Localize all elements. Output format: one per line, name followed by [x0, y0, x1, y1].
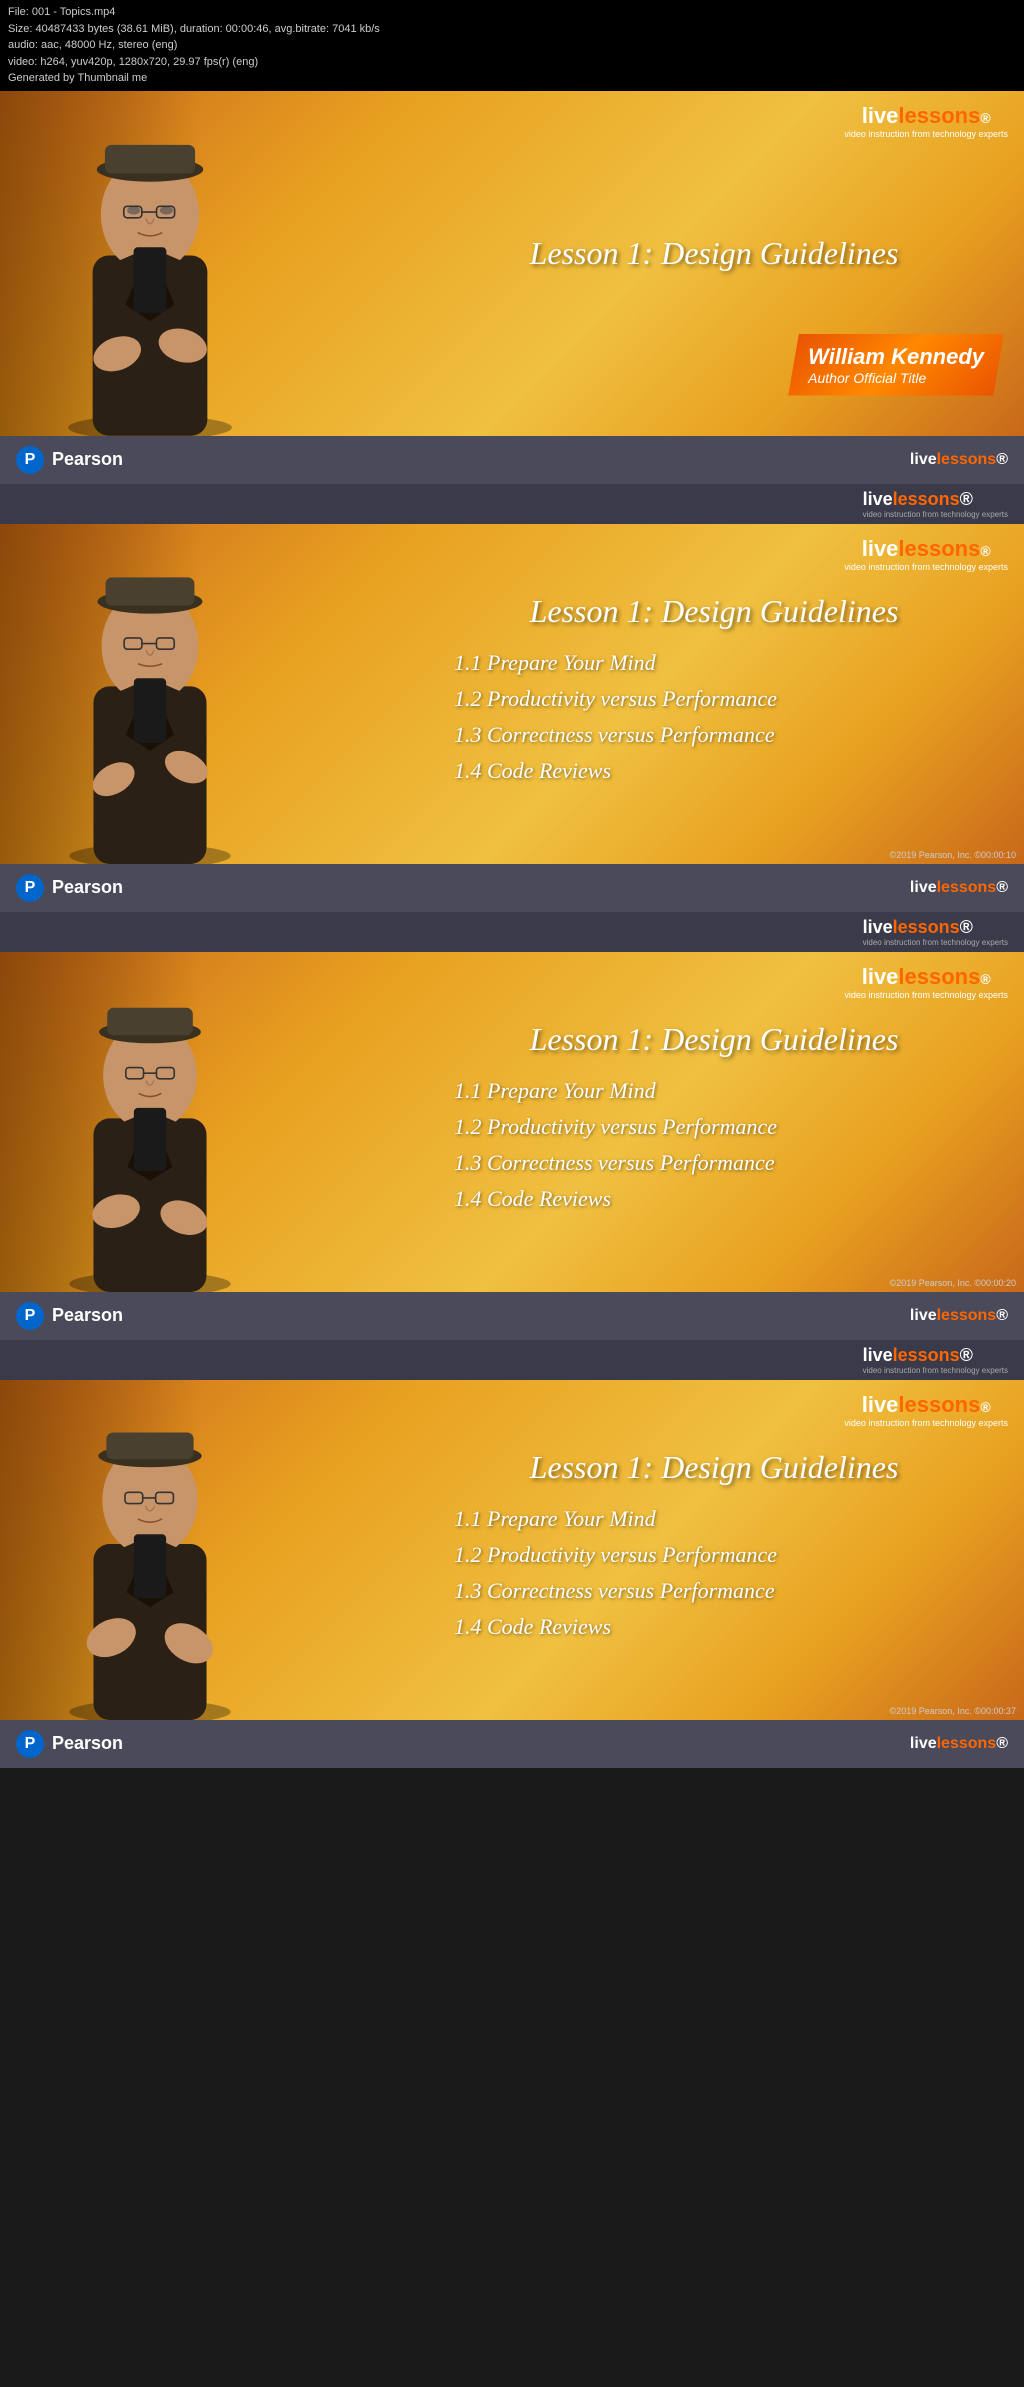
pearson-circle-icon: P	[16, 446, 44, 474]
panel-2-content: Lesson 1: Design Guidelines 1.1 Prepare …	[404, 573, 1024, 814]
panel-2-topic-4: 1.4 Code Reviews	[434, 758, 994, 784]
file-info-bar: File: 001 - Topics.mp4 Size: 40487433 by…	[0, 0, 1024, 91]
panel-2-video: livelessons® video instruction from tech…	[0, 524, 1024, 864]
panel-2-pearson-icon: P	[16, 874, 44, 902]
panel-2-footer-logo: livelessons®	[910, 879, 1008, 897]
panel-2-lesson-title: Lesson 1: Design Guidelines	[434, 593, 994, 630]
file-generated: Generated by Thumbnail me	[8, 70, 1016, 87]
panel-3-bg: livelessons® video instruction from tech…	[0, 952, 1024, 1292]
panel-3-content: Lesson 1: Design Guidelines 1.1 Prepare …	[404, 1001, 1024, 1242]
lessons-word: lessons	[898, 103, 980, 128]
panel-4: livelessons® video instruction from tech…	[0, 1340, 1024, 1768]
panel-4-topic-2: 1.2 Productivity versus Performance	[434, 1542, 994, 1568]
panel-3-topic-4: 1.4 Code Reviews	[434, 1186, 994, 1212]
panel-3-presenter	[20, 969, 280, 1292]
panel-3-lesson-title: Lesson 1: Design Guidelines	[434, 1021, 994, 1058]
file-size: Size: 40487433 bytes (38.61 MiB), durati…	[8, 21, 1016, 38]
panel-2-top-bar: livelessons® video instruction from tech…	[0, 484, 1024, 524]
panel-4-pearson-text: Pearson	[52, 1733, 123, 1754]
panel-4-presenter	[20, 1397, 280, 1720]
small-live-word: live	[863, 489, 893, 509]
panel-4-lesson-title: Lesson 1: Design Guidelines	[434, 1449, 994, 1486]
presenter-figure	[20, 108, 280, 436]
panel-4-logo-top: livelessons® video instruction from tech…	[844, 1392, 1008, 1428]
footer-lessons-word: lessons	[937, 451, 997, 468]
panel-3-top-bar: livelessons® video instruction from tech…	[0, 912, 1024, 952]
panel-3-pearson-logo: P Pearson	[16, 1302, 123, 1330]
small-logo-subtitle: video instruction from technology expert…	[863, 510, 1008, 519]
panel-1-footer: P Pearson livelessons®	[0, 436, 1024, 484]
panel-3-pearson-icon: P	[16, 1302, 44, 1330]
footer-livelessons-logo: livelessons®	[910, 451, 1008, 469]
panel-2-topic-2: 1.2 Productivity versus Performance	[434, 686, 994, 712]
panel-3-timestamp: ©2019 Pearson, Inc. ©00:00:20	[890, 1278, 1016, 1288]
panel-3-footer: P Pearson livelessons®	[0, 1292, 1024, 1340]
panel-2-topic-3: 1.3 Correctness versus Performance	[434, 722, 994, 748]
panel-4-topic-4: 1.4 Code Reviews	[434, 1614, 994, 1640]
registered-mark: ®	[980, 110, 990, 126]
author-title: Author Official Title	[808, 370, 984, 386]
lesson-title-1: Lesson 1: Design Guidelines	[434, 235, 994, 272]
panel-4-topic-1: 1.1 Prepare Your Mind	[434, 1506, 994, 1532]
panel-2-footer: P Pearson livelessons®	[0, 864, 1024, 912]
panel-1-video: livelessons® video instruction from tech…	[0, 91, 1024, 436]
panel-2-logo-top: livelessons® video instruction from tech…	[844, 536, 1008, 572]
panel-4-small-logo: livelessons® video instruction from tech…	[863, 1345, 1008, 1375]
panel-4-top-bar: livelessons® video instruction from tech…	[0, 1340, 1024, 1380]
pearson-text: Pearson	[52, 449, 123, 470]
small-lessons-word: lessons	[893, 489, 960, 509]
panel-3-footer-logo: livelessons®	[910, 1307, 1008, 1325]
panel-4-video: livelessons® video instruction from tech…	[0, 1380, 1024, 1720]
panel-4-timestamp: ©2019 Pearson, Inc. ©00:00:37	[890, 1706, 1016, 1716]
panel-2: livelessons® video instruction from tech…	[0, 484, 1024, 912]
footer-live-word: live	[910, 451, 937, 468]
panel-3-logo-top: livelessons® video instruction from tech…	[844, 964, 1008, 1000]
panel-2-bg: livelessons® video instruction from tech…	[0, 524, 1024, 864]
author-name: William Kennedy	[808, 344, 984, 370]
panel-3: livelessons® video instruction from tech…	[0, 912, 1024, 1340]
panel-2-timestamp: ©2019 Pearson, Inc. ©00:00:10	[890, 850, 1016, 860]
panel-4-footer-logo: livelessons®	[910, 1735, 1008, 1753]
panel-1-bg: livelessons® video instruction from tech…	[0, 91, 1024, 436]
panel-2-topic-1: 1.1 Prepare Your Mind	[434, 650, 994, 676]
panel-3-video: livelessons® video instruction from tech…	[0, 952, 1024, 1292]
panel-3-pearson-text: Pearson	[52, 1305, 123, 1326]
panel-1: livelessons® video instruction from tech…	[0, 91, 1024, 484]
panel-2-presenter	[20, 541, 280, 864]
panel-4-footer: P Pearson livelessons®	[0, 1720, 1024, 1768]
panel-2-pearson-text: Pearson	[52, 877, 123, 898]
small-logo: livelessons® video instruction from tech…	[863, 489, 1008, 519]
panel-3-topic-3: 1.3 Correctness versus Performance	[434, 1150, 994, 1176]
file-audio: audio: aac, 48000 Hz, stereo (eng)	[8, 37, 1016, 54]
livelessons-logo-top: livelessons® video instruction from tech…	[844, 103, 1008, 139]
file-name: File: 001 - Topics.mp4	[8, 4, 1016, 21]
file-video: video: h264, yuv420p, 1280x720, 29.97 fp…	[8, 54, 1016, 71]
panel-4-content: Lesson 1: Design Guidelines 1.1 Prepare …	[404, 1429, 1024, 1670]
panel-3-topic-2: 1.2 Productivity versus Performance	[434, 1114, 994, 1140]
panel-1-content: Lesson 1: Design Guidelines	[404, 215, 1024, 312]
pearson-logo: P Pearson	[16, 446, 123, 474]
panel-4-pearson-logo: P Pearson	[16, 1730, 123, 1758]
author-banner: William Kennedy Author Official Title	[788, 334, 1004, 396]
logo-subtitle: video instruction from technology expert…	[844, 129, 1008, 139]
panel-4-bg: livelessons® video instruction from tech…	[0, 1380, 1024, 1720]
panel-2-pearson-logo: P Pearson	[16, 874, 123, 902]
panel-4-topic-3: 1.3 Correctness versus Performance	[434, 1578, 994, 1604]
live-word: live	[862, 103, 899, 128]
panel-4-pearson-icon: P	[16, 1730, 44, 1758]
logo-text: livelessons®	[844, 103, 1008, 129]
panel-3-topic-1: 1.1 Prepare Your Mind	[434, 1078, 994, 1104]
panel-3-small-logo: livelessons® video instruction from tech…	[863, 917, 1008, 947]
